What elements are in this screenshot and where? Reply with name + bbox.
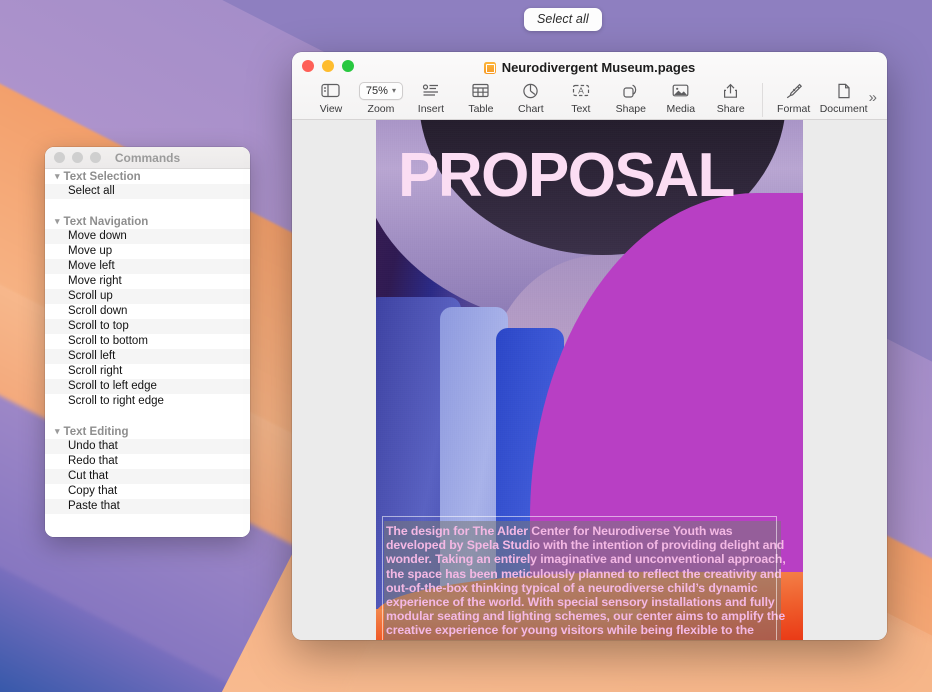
toolbar-format-label: Format bbox=[777, 103, 811, 115]
commands-group-label: Text Selection bbox=[63, 170, 141, 183]
commands-group-header-text-navigation[interactable]: ▾ Text Navigation bbox=[45, 214, 250, 229]
command-item-copy-that[interactable]: Copy that bbox=[45, 484, 250, 499]
text-box-icon: A bbox=[572, 81, 590, 100]
minimize-button[interactable] bbox=[322, 60, 334, 72]
command-item-paste-that[interactable]: Paste that bbox=[45, 499, 250, 514]
chevron-down-icon: ▾ bbox=[55, 426, 60, 436]
zoom-button[interactable] bbox=[342, 60, 354, 72]
zoom-value-button[interactable]: 75% ▾ bbox=[358, 81, 403, 100]
command-item-move-right[interactable]: Move right bbox=[45, 274, 250, 289]
toolbar-zoom-control[interactable]: 75% ▾ Zoom bbox=[356, 81, 406, 115]
toolbar-format-button[interactable]: Format bbox=[769, 81, 819, 115]
toolbar-media-button[interactable]: Media bbox=[656, 81, 706, 115]
command-item-redo-that[interactable]: Redo that bbox=[45, 454, 250, 469]
toolbar-document-label: Document bbox=[819, 103, 868, 115]
pages-toolbar-buttons[interactable]: View 75% ▾ Zoom Insert Table Chart A Tex… bbox=[292, 78, 887, 117]
document-body-text[interactable]: The design for The Alder Center for Neur… bbox=[386, 524, 789, 640]
toolbar-table-label: Table bbox=[468, 103, 494, 115]
toolbar-chart-label: Chart bbox=[518, 103, 544, 115]
toolbar-shape-button[interactable]: Shape bbox=[606, 81, 656, 115]
command-item-scroll-to-top[interactable]: Scroll to top bbox=[45, 319, 250, 334]
close-button[interactable] bbox=[54, 152, 65, 163]
command-item-scroll-down[interactable]: Scroll down bbox=[45, 304, 250, 319]
chevron-down-icon: ▾ bbox=[55, 171, 60, 181]
toolbar-shape-label: Shape bbox=[615, 103, 646, 115]
document-page[interactable]: PROPOSAL The design for The Alder Center… bbox=[376, 120, 803, 640]
toolbar-overflow-button[interactable]: » bbox=[869, 81, 887, 106]
document-canvas[interactable]: PROPOSAL The design for The Alder Center… bbox=[292, 120, 887, 640]
toolbar-view-button[interactable]: View bbox=[306, 81, 356, 115]
commands-group-header-text-selection[interactable]: ▾ Text Selection bbox=[45, 169, 250, 184]
commands-list[interactable]: ▾ Text Selection Select all ▾ Text Navig… bbox=[45, 169, 250, 537]
zoom-value: 75% bbox=[365, 84, 388, 97]
toolbar-insert-button[interactable]: Insert bbox=[406, 81, 456, 115]
toolbar-separator bbox=[761, 83, 763, 117]
zoom-button[interactable] bbox=[90, 152, 101, 163]
command-item-scroll-to-bottom[interactable]: Scroll to bottom bbox=[45, 334, 250, 349]
shape-icon bbox=[622, 81, 639, 100]
document-file-icon bbox=[483, 61, 496, 74]
toolbar-share-label: Share bbox=[716, 103, 745, 115]
format-brush-icon bbox=[785, 81, 803, 100]
command-item-scroll-up[interactable]: Scroll up bbox=[45, 289, 250, 304]
pages-toolbar[interactable]: Neurodivergent Museum.pages View 75% ▾ Z… bbox=[292, 52, 887, 120]
share-icon bbox=[723, 81, 738, 100]
document-body-text-content: The design for The Alder Center for Neur… bbox=[386, 524, 786, 640]
commands-group-spacer bbox=[45, 409, 250, 424]
commands-window[interactable]: Commands ▾ Text Selection Select all ▾ T… bbox=[45, 147, 250, 537]
document-heading[interactable]: PROPOSAL bbox=[398, 145, 791, 207]
toolbar-share-button[interactable]: Share bbox=[706, 81, 756, 115]
document-icon bbox=[837, 81, 851, 100]
toolbar-document-button[interactable]: Document bbox=[819, 81, 869, 115]
chart-icon bbox=[522, 81, 539, 100]
commands-group-header-text-editing[interactable]: ▾ Text Editing bbox=[45, 424, 250, 439]
close-button[interactable] bbox=[302, 60, 314, 72]
command-item-undo-that[interactable]: Undo that bbox=[45, 439, 250, 454]
commands-traffic-lights[interactable] bbox=[45, 152, 101, 163]
command-item-cut-that[interactable]: Cut that bbox=[45, 469, 250, 484]
minimize-button[interactable] bbox=[72, 152, 83, 163]
toolbar-text-label: Text bbox=[571, 103, 591, 115]
insert-icon bbox=[422, 81, 440, 100]
toolbar-insert-label: Insert bbox=[417, 103, 445, 115]
command-item-move-down[interactable]: Move down bbox=[45, 229, 250, 244]
toolbar-zoom-label: Zoom bbox=[367, 103, 395, 115]
pages-titlebar: Neurodivergent Museum.pages bbox=[292, 52, 887, 78]
commands-group-spacer bbox=[45, 199, 250, 214]
media-image-icon bbox=[672, 81, 689, 100]
commands-titlebar[interactable]: Commands bbox=[45, 147, 250, 169]
toolbar-chart-button[interactable]: Chart bbox=[506, 81, 556, 115]
toolbar-view-label: View bbox=[319, 103, 343, 115]
command-item-select-all[interactable]: Select all bbox=[45, 184, 250, 199]
pages-window-title: Neurodivergent Museum.pages bbox=[501, 60, 696, 75]
command-item-scroll-right[interactable]: Scroll right bbox=[45, 364, 250, 379]
command-item-move-up[interactable]: Move up bbox=[45, 244, 250, 259]
command-item-move-left[interactable]: Move left bbox=[45, 259, 250, 274]
toolbar-table-button[interactable]: Table bbox=[456, 81, 506, 115]
chevron-down-icon: ▾ bbox=[391, 86, 396, 95]
commands-group-label: Text Navigation bbox=[63, 215, 149, 228]
pages-document-window[interactable]: Neurodivergent Museum.pages View 75% ▾ Z… bbox=[292, 52, 887, 640]
toolbar-media-label: Media bbox=[666, 103, 696, 115]
chevron-down-icon: ▾ bbox=[55, 216, 60, 226]
command-item-scroll-left[interactable]: Scroll left bbox=[45, 349, 250, 364]
command-item-scroll-to-right-edge[interactable]: Scroll to right edge bbox=[45, 394, 250, 409]
sidebar-icon bbox=[321, 81, 341, 100]
select-all-feedback-pill: Select all bbox=[524, 8, 602, 31]
table-icon bbox=[472, 81, 489, 100]
command-item-scroll-to-left-edge[interactable]: Scroll to left edge bbox=[45, 379, 250, 394]
pages-traffic-lights[interactable] bbox=[302, 60, 354, 72]
svg-text:A: A bbox=[578, 85, 584, 95]
commands-group-label: Text Editing bbox=[63, 425, 129, 438]
toolbar-text-button[interactable]: A Text bbox=[556, 81, 606, 115]
document-body-textbox[interactable]: The design for The Alder Center for Neur… bbox=[382, 516, 789, 640]
